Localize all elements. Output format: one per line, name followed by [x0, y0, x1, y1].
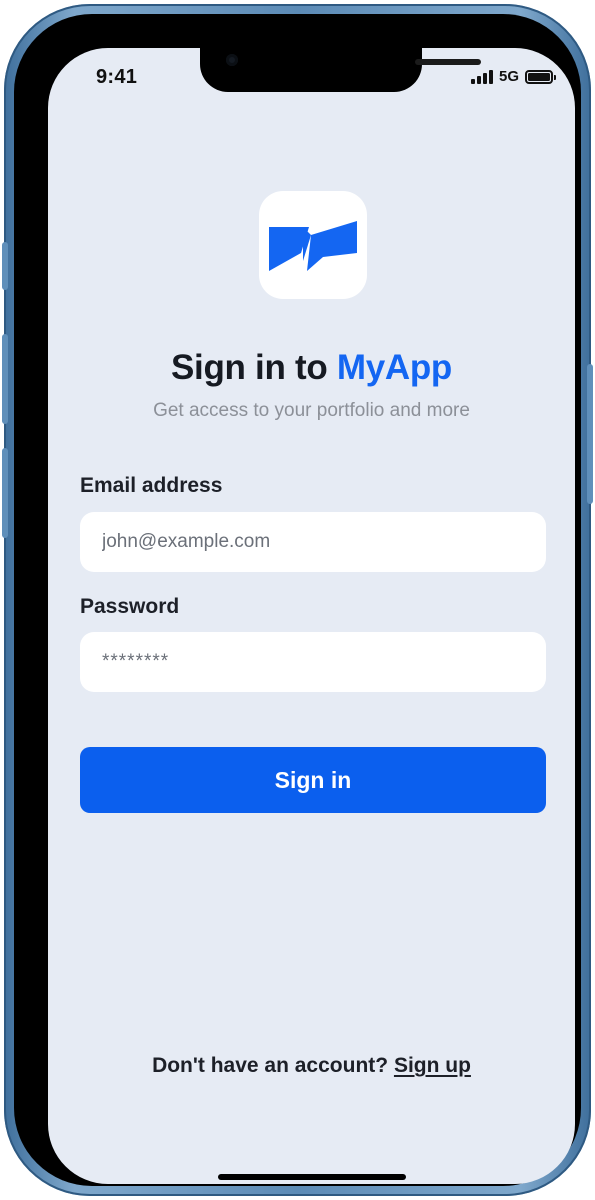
title-prefix: Sign in to: [170, 348, 328, 387]
sign-in-button[interactable]: Sign in: [80, 747, 546, 813]
bezel: 9:41 5G Sign in to MyApp Get access to y…: [14, 14, 581, 1186]
sign-up-link[interactable]: Sign up: [394, 1054, 471, 1077]
battery-full-icon: [525, 69, 556, 84]
email-label: Email address: [80, 474, 223, 497]
page-subtitle: Get access to your portfolio and more: [153, 400, 470, 421]
screen: 9:41 5G Sign in to MyApp Get access to y…: [48, 48, 575, 1184]
password-field[interactable]: [80, 632, 546, 692]
home-indicator[interactable]: [218, 1174, 406, 1180]
action-button: [2, 242, 8, 290]
signal-bars-icon: [470, 69, 493, 84]
password-label: Password: [80, 595, 180, 618]
page-title: Sign in to MyApp: [48, 348, 575, 388]
email-field[interactable]: [80, 512, 546, 572]
volume-up-button: [2, 334, 8, 424]
power-button: [587, 364, 593, 504]
signup-prompt-text: Don't have an account?: [152, 1054, 389, 1077]
volume-down-button: [2, 448, 8, 538]
brand-name: MyApp: [336, 348, 452, 387]
phone-frame: 9:41 5G Sign in to MyApp Get access to y…: [2, 4, 593, 1196]
front-camera-icon: [226, 54, 238, 66]
signup-prompt: Don't have an account? Sign up: [48, 1054, 575, 1078]
speaker-grille: [415, 59, 481, 65]
network-label: 5G: [498, 68, 519, 85]
app-logo: [259, 191, 367, 299]
status-indicators: 5G: [470, 68, 556, 85]
status-time: 9:41: [96, 66, 138, 88]
myapp-logo-icon: [269, 221, 357, 271]
